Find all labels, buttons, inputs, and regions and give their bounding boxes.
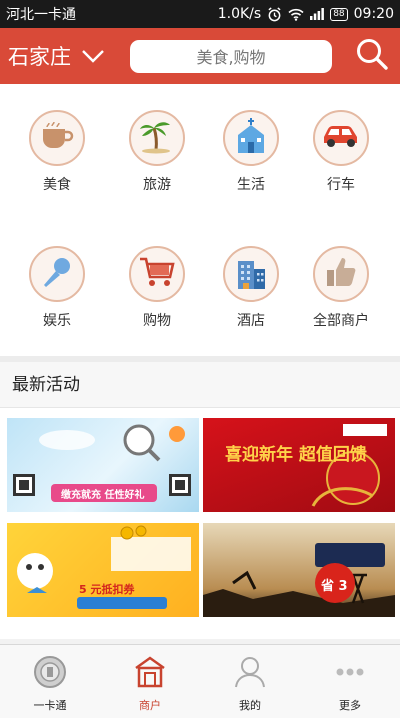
tab-label: 一卡通: [33, 699, 67, 712]
search-placeholder: 美食,购物: [196, 48, 266, 67]
thumbs-up-icon: [324, 255, 358, 293]
hotel-building-icon: [234, 253, 268, 295]
category-entertainment[interactable]: 娱乐: [12, 246, 102, 330]
banner-caption: 省 3: [321, 579, 348, 594]
search-button[interactable]: [352, 36, 392, 76]
signal-icon: [310, 8, 325, 20]
activity-banner-1[interactable]: 缴充就充 任性好礼: [7, 418, 199, 512]
category-life[interactable]: 生活: [206, 110, 296, 194]
city-selector[interactable]: 石家庄: [8, 41, 126, 71]
coffee-cup-icon: [40, 121, 74, 155]
tab-label: 商户: [139, 699, 161, 712]
category-label: 美食: [43, 177, 71, 193]
microphone-icon: [39, 254, 75, 294]
shopping-cart-icon: [138, 255, 176, 293]
category-all-merchants[interactable]: 全部商户: [296, 246, 386, 330]
tab-card[interactable]: 一卡通: [0, 645, 100, 718]
person-icon: [233, 655, 267, 693]
tab-label: 更多: [339, 699, 361, 712]
category-food[interactable]: 美食: [12, 110, 102, 194]
category-label: 购物: [143, 313, 171, 329]
banner-caption: 缴充就充 任性好礼: [61, 490, 145, 501]
card-icon: [33, 655, 67, 693]
category-label: 旅游: [143, 177, 171, 193]
status-bar: 河北一卡通 1.0K/s 88 09:20: [0, 0, 400, 28]
network-speed: 1.0K/s: [217, 6, 262, 22]
banner-caption: 5 元抵扣券: [79, 583, 135, 596]
carrier-name: 河北一卡通: [6, 7, 76, 23]
activity-banner-3[interactable]: 5 元抵扣券: [7, 523, 199, 617]
tab-more[interactable]: 更多: [300, 645, 400, 718]
house-icon: [234, 117, 268, 159]
category-label: 全部商户: [313, 313, 369, 329]
car-icon: [321, 123, 361, 153]
banner-image: [203, 543, 395, 617]
category-driving[interactable]: 行车: [296, 110, 386, 194]
app-header: 石家庄 美食,购物: [0, 28, 400, 84]
activity-banner-2[interactable]: 喜迎新年 超值回馈: [203, 418, 395, 512]
banner-image: [17, 525, 191, 609]
category-label: 生活: [237, 177, 265, 193]
latest-activities: 最新活动 缴充就充 任性好礼 喜迎新年 超值回馈 5 元抵扣券 省 3: [0, 362, 400, 639]
category-grid: 美食 旅游 生活 行车 娱乐 购物 酒店 全部商户: [0, 84, 400, 356]
section-title: 最新活动: [0, 362, 400, 408]
tab-merchants[interactable]: 商户: [100, 645, 200, 718]
category-shopping[interactable]: 购物: [112, 246, 202, 330]
city-name: 石家庄: [8, 45, 71, 69]
tab-mine[interactable]: 我的: [200, 645, 300, 718]
category-travel[interactable]: 旅游: [112, 110, 202, 194]
search-input[interactable]: 美食,购物: [130, 39, 332, 73]
category-hotel[interactable]: 酒店: [206, 246, 296, 330]
shop-icon: [133, 655, 167, 693]
more-dots-icon: [333, 655, 367, 693]
category-label: 酒店: [237, 313, 265, 329]
tab-label: 我的: [239, 699, 261, 712]
alarm-icon: [267, 6, 282, 22]
search-icon: [355, 37, 389, 75]
wifi-icon: [288, 8, 304, 21]
bottom-tab-bar: 一卡通 商户 我的 更多: [0, 644, 400, 718]
category-label: 行车: [327, 177, 355, 193]
battery-icon: 88: [330, 7, 348, 21]
palm-tree-icon: [138, 118, 176, 158]
banner-image: [311, 424, 387, 507]
banner-caption: 喜迎新年 超值回馈: [225, 445, 367, 465]
chevron-down-icon: [81, 44, 105, 68]
category-label: 娱乐: [43, 313, 71, 329]
clock-time: 09:20: [353, 6, 394, 22]
activity-banner-4[interactable]: 省 3: [203, 523, 395, 617]
